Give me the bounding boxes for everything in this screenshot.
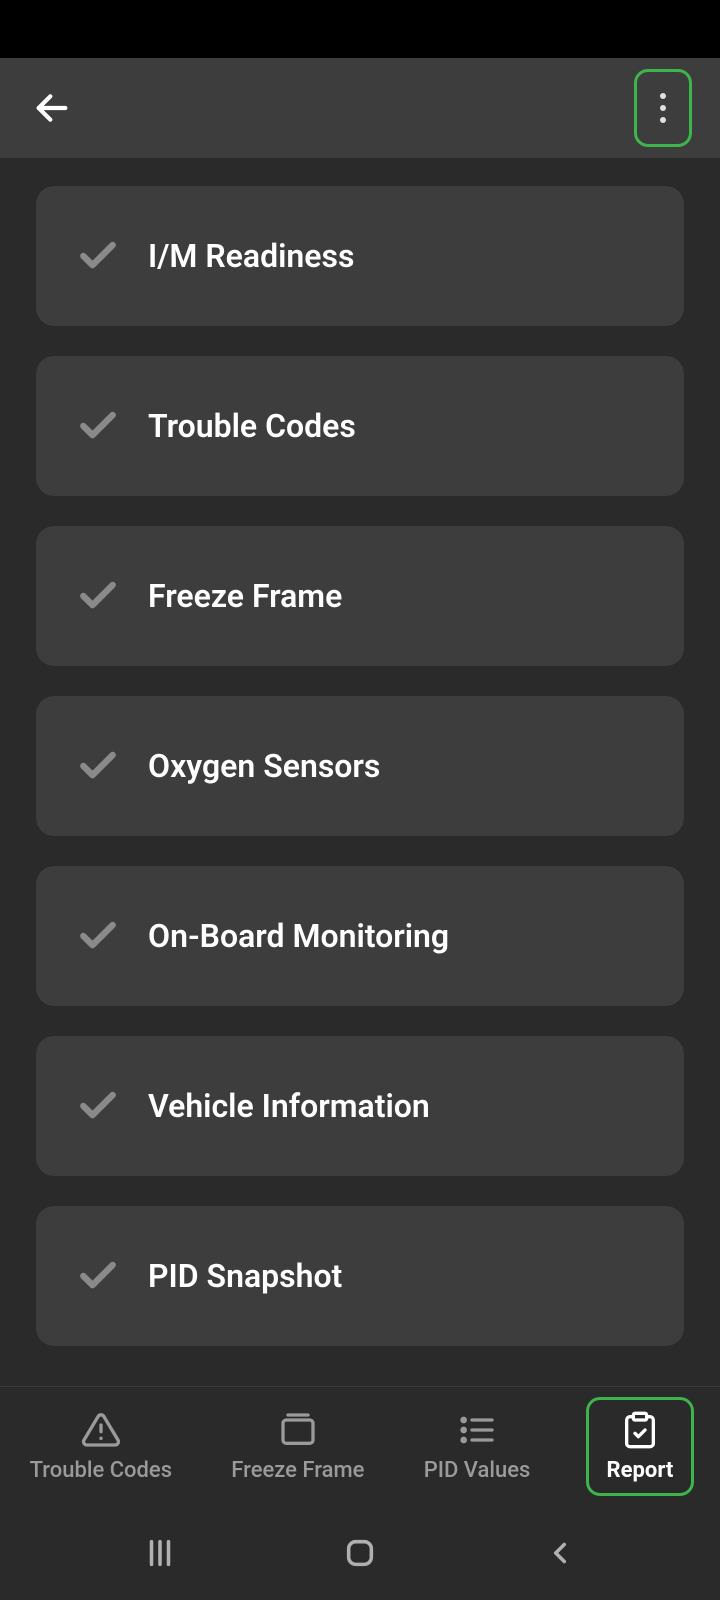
check-icon xyxy=(76,234,120,278)
report-item-im-readiness[interactable]: I/M Readiness xyxy=(36,186,684,326)
check-icon xyxy=(76,744,120,788)
report-item-oxygen-sensors[interactable]: Oxygen Sensors xyxy=(36,696,684,836)
back-button[interactable] xyxy=(28,84,76,132)
nav-report[interactable]: Report xyxy=(586,1397,695,1496)
report-item-label: Trouble Codes xyxy=(148,407,356,445)
arrow-left-icon xyxy=(32,88,72,128)
nav-label: Trouble Codes xyxy=(30,1458,172,1483)
check-icon xyxy=(76,404,120,448)
check-icon xyxy=(76,574,120,618)
check-icon xyxy=(76,1084,120,1128)
recent-apps-button[interactable] xyxy=(130,1523,190,1583)
list-icon xyxy=(455,1410,499,1450)
report-item-trouble-codes[interactable]: Trouble Codes xyxy=(36,356,684,496)
report-list: I/M Readiness Trouble Codes Freeze Frame… xyxy=(0,158,720,1346)
home-button[interactable] xyxy=(330,1523,390,1583)
recent-icon xyxy=(143,1536,177,1570)
top-bar xyxy=(0,58,720,158)
report-item-label: PID Snapshot xyxy=(148,1257,342,1295)
nav-pid-values[interactable]: PID Values xyxy=(420,1402,535,1491)
report-item-label: Freeze Frame xyxy=(148,577,342,615)
system-back-button[interactable] xyxy=(530,1523,590,1583)
more-vertical-icon xyxy=(660,93,666,123)
more-options-button[interactable] xyxy=(634,69,692,147)
report-item-pid-snapshot[interactable]: PID Snapshot xyxy=(36,1206,684,1346)
report-item-label: Vehicle Information xyxy=(148,1087,430,1125)
chevron-left-icon xyxy=(543,1536,577,1570)
warning-icon xyxy=(79,1410,123,1450)
home-icon xyxy=(343,1536,377,1570)
bottom-navigation: Trouble Codes Freeze Frame PID Values Re… xyxy=(0,1386,720,1506)
nav-label: PID Values xyxy=(424,1458,531,1483)
nav-freeze-frame[interactable]: Freeze Frame xyxy=(227,1402,368,1491)
report-item-label: Oxygen Sensors xyxy=(148,747,380,785)
report-item-vehicle-information[interactable]: Vehicle Information xyxy=(36,1036,684,1176)
report-item-label: On-Board Monitoring xyxy=(148,917,449,955)
nav-label: Freeze Frame xyxy=(231,1458,364,1483)
report-item-freeze-frame[interactable]: Freeze Frame xyxy=(36,526,684,666)
folder-icon xyxy=(276,1410,320,1450)
nav-trouble-codes[interactable]: Trouble Codes xyxy=(26,1402,176,1491)
system-navigation xyxy=(0,1506,720,1600)
status-bar xyxy=(0,0,720,58)
report-item-label: I/M Readiness xyxy=(148,237,354,275)
check-icon xyxy=(76,1254,120,1298)
clipboard-icon xyxy=(618,1410,662,1450)
nav-label: Report xyxy=(607,1458,674,1483)
report-item-on-board-monitoring[interactable]: On-Board Monitoring xyxy=(36,866,684,1006)
check-icon xyxy=(76,914,120,958)
